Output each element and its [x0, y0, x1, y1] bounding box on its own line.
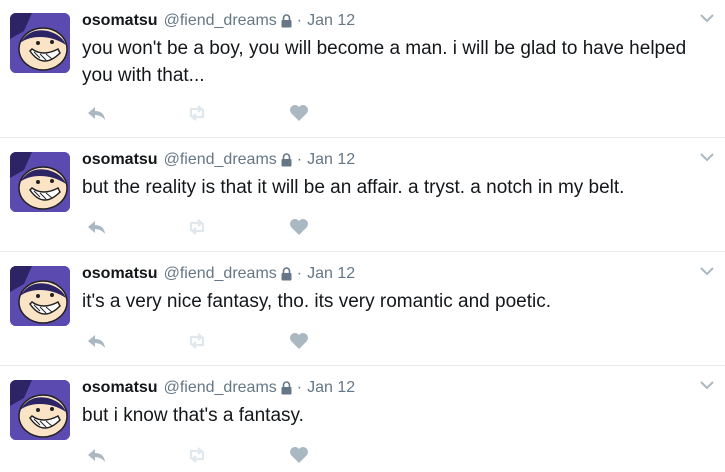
heart-icon[interactable]: [288, 103, 310, 123]
separator: ·: [296, 379, 303, 396]
heart-icon[interactable]: [288, 331, 310, 351]
tweet[interactable]: osomatsu @fiend_dreams · Jan 12 but the …: [0, 139, 725, 252]
heart-icon[interactable]: [288, 217, 310, 237]
avatar[interactable]: [10, 266, 70, 326]
tweet-text: but the reality is that it will be an af…: [82, 177, 625, 198]
chevron-down-icon[interactable]: [699, 379, 715, 391]
username[interactable]: @fiend_dreams: [164, 150, 277, 170]
retweet-icon[interactable]: [186, 445, 208, 465]
retweet-icon[interactable]: [186, 217, 208, 237]
timestamp[interactable]: Jan 12: [307, 150, 355, 170]
tweet[interactable]: osomatsu @fiend_dreams · Jan 12 you won'…: [0, 0, 725, 138]
avatar[interactable]: [10, 13, 70, 73]
separator: ·: [296, 12, 303, 29]
display-name[interactable]: osomatsu: [82, 150, 158, 170]
lock-icon: [281, 381, 292, 395]
tweet-header: osomatsu @fiend_dreams · Jan 12: [82, 11, 355, 31]
reply-icon[interactable]: [86, 331, 108, 351]
tweet[interactable]: osomatsu @fiend_dreams · Jan 12 but i kn…: [0, 367, 725, 472]
username[interactable]: @fiend_dreams: [164, 378, 277, 398]
avatar-image: [10, 152, 70, 212]
tweet[interactable]: osomatsu @fiend_dreams · Jan 12 it's a v…: [0, 253, 725, 366]
tweet-text: you won't be a boy, you will become a ma…: [82, 38, 687, 86]
lock-icon: [281, 267, 292, 281]
separator: ·: [296, 151, 303, 168]
retweet-icon[interactable]: [186, 103, 208, 123]
display-name[interactable]: osomatsu: [82, 11, 158, 31]
timestamp[interactable]: Jan 12: [307, 11, 355, 31]
reply-icon[interactable]: [86, 217, 108, 237]
chevron-down-icon[interactable]: [699, 12, 715, 24]
avatar-image: [10, 13, 70, 73]
retweet-icon[interactable]: [186, 331, 208, 351]
heart-icon[interactable]: [288, 445, 310, 465]
chevron-down-icon[interactable]: [699, 151, 715, 163]
tweet-header: osomatsu @fiend_dreams · Jan 12: [82, 264, 355, 284]
lock-icon: [281, 153, 292, 167]
tweet-header: osomatsu @fiend_dreams · Jan 12: [82, 378, 355, 398]
reply-icon[interactable]: [86, 445, 108, 465]
reply-icon[interactable]: [86, 103, 108, 123]
avatar-image: [10, 380, 70, 440]
lock-icon: [281, 14, 292, 28]
tweet-feed: osomatsu @fiend_dreams · Jan 12 you won'…: [0, 0, 725, 472]
tweet-header: osomatsu @fiend_dreams · Jan 12: [82, 150, 355, 170]
timestamp[interactable]: Jan 12: [307, 378, 355, 398]
tweet-text: it's a very nice fantasy, tho. its very …: [82, 291, 551, 312]
display-name[interactable]: osomatsu: [82, 378, 158, 398]
timestamp[interactable]: Jan 12: [307, 264, 355, 284]
username[interactable]: @fiend_dreams: [164, 264, 277, 284]
tweet-text: but i know that's a fantasy.: [82, 405, 304, 426]
chevron-down-icon[interactable]: [699, 265, 715, 277]
separator: ·: [296, 265, 303, 282]
display-name[interactable]: osomatsu: [82, 264, 158, 284]
avatar[interactable]: [10, 152, 70, 212]
avatar-image: [10, 266, 70, 326]
username[interactable]: @fiend_dreams: [164, 11, 277, 31]
avatar[interactable]: [10, 380, 70, 440]
